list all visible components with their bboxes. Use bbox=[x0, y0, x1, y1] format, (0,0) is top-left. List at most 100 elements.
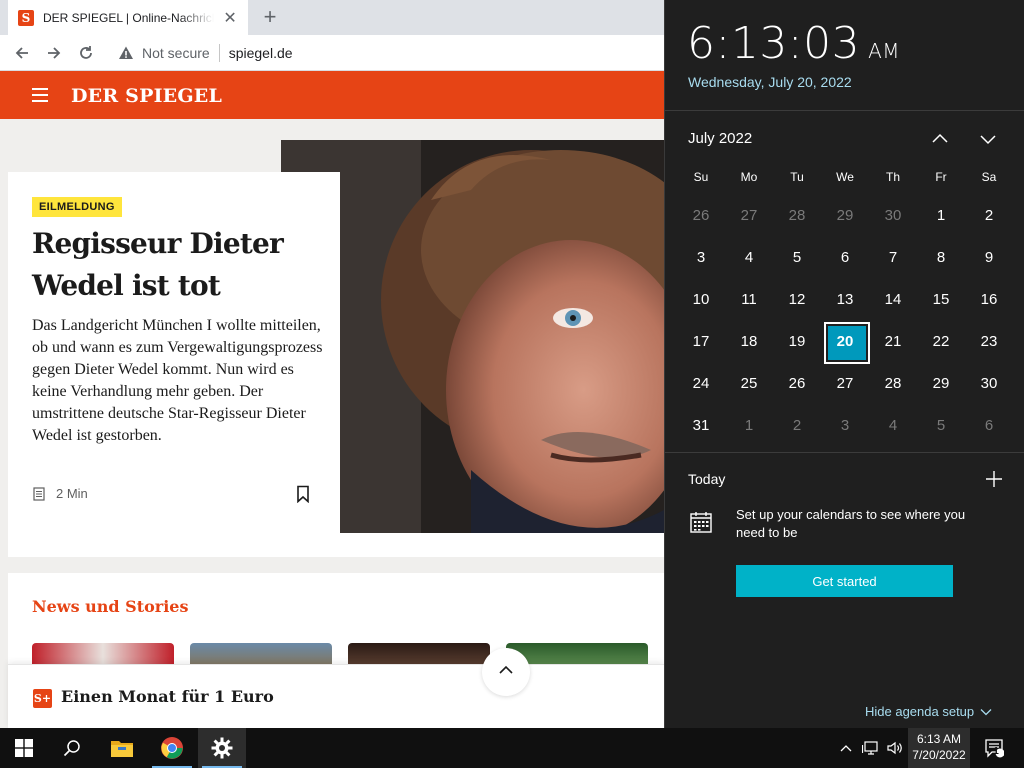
previous-month-chevron-up-icon[interactable] bbox=[929, 128, 951, 150]
calendar-day[interactable]: 23 bbox=[965, 320, 1013, 362]
calendar-day-number: 12 bbox=[788, 290, 806, 308]
calendar-day[interactable]: 26 bbox=[773, 362, 821, 404]
weekday-label: We bbox=[836, 170, 854, 184]
hamburger-menu-icon[interactable] bbox=[32, 88, 48, 102]
calendar-day[interactable]: 9 bbox=[965, 236, 1013, 278]
desktop-screen: S DER SPIEGEL | Online-Nachrichten ✕ + N… bbox=[0, 0, 1024, 768]
calendar-day[interactable]: 29 bbox=[917, 362, 965, 404]
hide-agenda-setup-link[interactable]: Hide agenda setup bbox=[865, 704, 992, 719]
chrome-icon[interactable] bbox=[148, 728, 196, 768]
calendar-day[interactable]: 27 bbox=[821, 362, 869, 404]
subscription-promo-bar[interactable]: S+ Einen Monat für 1 Euro bbox=[8, 664, 664, 728]
calendar-day[interactable]: 27 bbox=[725, 194, 773, 236]
breaking-news-badge: EILMELDUNG bbox=[32, 197, 122, 217]
calendar-day[interactable]: 6 bbox=[821, 236, 869, 278]
calendar-day[interactable]: 2 bbox=[965, 194, 1013, 236]
calendar-day-number: 7 bbox=[888, 248, 898, 266]
weekday-label: Sa bbox=[981, 170, 997, 184]
omnibox-separator bbox=[218, 44, 220, 62]
calendar-day[interactable]: 21 bbox=[869, 320, 917, 362]
search-icon[interactable] bbox=[48, 728, 96, 768]
calendar-day[interactable]: 3 bbox=[677, 236, 725, 278]
month-year-label[interactable]: July 2022 bbox=[688, 130, 752, 147]
flyout-divider-agenda bbox=[665, 452, 1024, 453]
calendar-day[interactable]: 5 bbox=[773, 236, 821, 278]
calendar-day-number: 16 bbox=[980, 290, 998, 308]
expand-promo-button[interactable] bbox=[482, 648, 530, 696]
calendar-day[interactable]: 13 bbox=[821, 278, 869, 320]
url-text[interactable]: spiegel.de bbox=[229, 45, 293, 61]
article-headline[interactable]: Regisseur Dieter Wedel ist tot bbox=[32, 223, 322, 307]
calendar-day[interactable]: 1 bbox=[725, 404, 773, 446]
tab-title: DER SPIEGEL | Online-Nachrichten bbox=[43, 10, 214, 25]
new-tab-button[interactable]: + bbox=[260, 4, 280, 30]
back-arrow-icon[interactable] bbox=[10, 41, 34, 65]
calendar-day[interactable]: 29 bbox=[821, 194, 869, 236]
calendar-day[interactable]: 15 bbox=[917, 278, 965, 320]
tab-spiegel[interactable]: S DER SPIEGEL | Online-Nachrichten ✕ bbox=[8, 0, 248, 35]
calendar-day[interactable]: 6 bbox=[965, 404, 1013, 446]
windows-start-icon[interactable] bbox=[0, 728, 48, 768]
taskbar-clock[interactable]: 6:13 AM 7/20/2022 bbox=[908, 728, 970, 768]
show-hidden-icons-chevron-up-icon[interactable] bbox=[836, 728, 856, 768]
calendar-day[interactable]: 30 bbox=[869, 194, 917, 236]
calendar-day-number: 28 bbox=[788, 206, 806, 224]
calendar-day-today[interactable]: 20 bbox=[821, 320, 870, 364]
settings-gear-icon[interactable] bbox=[198, 728, 246, 768]
calendar-day[interactable]: 11 bbox=[725, 278, 773, 320]
forward-arrow-icon[interactable] bbox=[42, 41, 66, 65]
weekday-header-row: Su Mo Tu We Th Fr Sa bbox=[677, 170, 1013, 184]
calendar-day[interactable]: 22 bbox=[917, 320, 965, 362]
calendar-day[interactable]: 4 bbox=[725, 236, 773, 278]
calendar-day[interactable]: 10 bbox=[677, 278, 725, 320]
calendar-day[interactable]: 31 bbox=[677, 404, 725, 446]
network-icon[interactable] bbox=[860, 728, 882, 768]
volume-icon[interactable] bbox=[884, 728, 906, 768]
reload-icon[interactable] bbox=[74, 41, 98, 65]
spiegel-logo[interactable]: DER SPIEGEL bbox=[71, 85, 222, 107]
hide-agenda-label: Hide agenda setup bbox=[865, 704, 975, 719]
next-month-chevron-down-icon[interactable] bbox=[977, 128, 999, 150]
calendar-day-number: 1 bbox=[936, 206, 946, 224]
browser-window: S DER SPIEGEL | Online-Nachrichten ✕ + N… bbox=[0, 0, 664, 728]
get-started-button[interactable]: Get started bbox=[736, 565, 953, 597]
calendar-day[interactable]: 7 bbox=[869, 236, 917, 278]
calendar-day[interactable]: 2 bbox=[773, 404, 821, 446]
calendar-day[interactable]: 16 bbox=[965, 278, 1013, 320]
calendar-day[interactable]: 3 bbox=[821, 404, 869, 446]
calendar-day[interactable]: 12 bbox=[773, 278, 821, 320]
calendar-day-number: 18 bbox=[740, 332, 758, 350]
calendar-day[interactable]: 19 bbox=[773, 320, 821, 362]
calendar-day[interactable]: 26 bbox=[677, 194, 725, 236]
calendar-day[interactable]: 17 bbox=[677, 320, 725, 362]
breaking-news-card[interactable]: EILMELDUNG Regisseur Dieter Wedel ist to… bbox=[8, 172, 340, 557]
bookmark-icon[interactable] bbox=[296, 485, 310, 503]
calendar-day[interactable]: 30 bbox=[965, 362, 1013, 404]
weekday-label: Mo bbox=[740, 170, 758, 184]
address-bar[interactable]: Not secure spiegel.de bbox=[108, 39, 664, 67]
section-title[interactable]: News und Stories bbox=[32, 597, 189, 616]
calendar-day[interactable]: 25 bbox=[725, 362, 773, 404]
close-tab-icon[interactable]: ✕ bbox=[222, 8, 238, 28]
calendar-day[interactable]: 28 bbox=[869, 362, 917, 404]
calendar-day[interactable]: 18 bbox=[725, 320, 773, 362]
document-icon bbox=[33, 486, 45, 501]
promo-text[interactable]: Einen Monat für 1 Euro bbox=[61, 687, 274, 706]
calendar-day-number: 29 bbox=[836, 206, 854, 224]
calendar-day-number: 9 bbox=[984, 248, 994, 266]
full-date-link[interactable]: Wednesday, July 20, 2022 bbox=[688, 74, 852, 90]
add-event-plus-icon[interactable] bbox=[983, 468, 1005, 490]
calendar-day[interactable]: 8 bbox=[917, 236, 965, 278]
calendar-day[interactable]: 28 bbox=[773, 194, 821, 236]
calendar-day-number: 8 bbox=[936, 248, 946, 266]
calendar-day[interactable]: 4 bbox=[869, 404, 917, 446]
calendar-day[interactable]: 1 bbox=[917, 194, 965, 236]
calendar-day[interactable]: 14 bbox=[869, 278, 917, 320]
article-teaser[interactable]: Das Landgericht München I wollte mitteil… bbox=[32, 315, 324, 447]
calendar-day[interactable]: 5 bbox=[917, 404, 965, 446]
calendar-day-number: 25 bbox=[740, 374, 758, 392]
file-explorer-icon[interactable] bbox=[98, 728, 146, 768]
spiegel-plus-icon: S+ bbox=[33, 689, 52, 708]
weekday-label: Tu bbox=[790, 170, 804, 184]
calendar-day[interactable]: 24 bbox=[677, 362, 725, 404]
